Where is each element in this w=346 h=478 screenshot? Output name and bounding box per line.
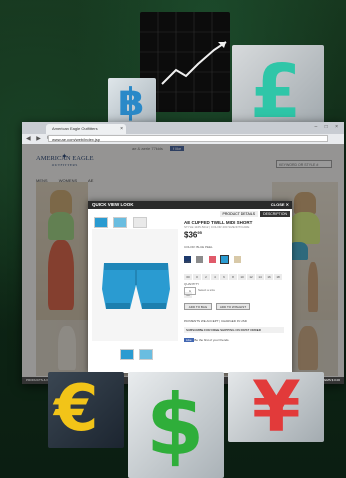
thumbnail[interactable] — [120, 349, 134, 360]
product-main-image[interactable] — [92, 229, 178, 341]
modal-header: QUICK VIEW LOOK CLOSE ✕ — [88, 201, 292, 209]
size-option[interactable]: 18 — [274, 274, 282, 280]
color-swatch[interactable] — [208, 256, 216, 263]
dollar-icon: $ — [146, 376, 205, 474]
euro-icon: € — [54, 372, 99, 446]
subscribe-banner[interactable]: SUBSCRIBE FOR FREE SHIPPING ON FIRST ORD… — [184, 327, 284, 333]
dollar-tile: $ — [128, 372, 224, 478]
euro-tile: € — [48, 372, 124, 448]
tab-product-details[interactable]: PRODUCT DETAILS — [219, 211, 259, 217]
browser-window: American Eagle Outfitters × – □ × ◀ ▶ ↻ … — [22, 122, 344, 384]
thumbnail[interactable] — [94, 217, 108, 228]
price-dollars: $36 — [184, 230, 198, 240]
size-option[interactable]: 10 — [238, 274, 246, 280]
baht-tile: ฿ — [108, 78, 156, 126]
tab-description[interactable]: DESCRIPTION — [260, 211, 290, 217]
thumbnail[interactable] — [132, 217, 147, 228]
color-swatch[interactable] — [196, 256, 204, 263]
yen-tile: ¥ — [228, 372, 324, 442]
yen-icon: ¥ — [252, 372, 301, 442]
product-style: STYLE 1165-5012 | COLOR 400 SIZE/FIT/CAR… — [184, 225, 250, 229]
size-option[interactable]: 8 — [229, 274, 237, 280]
tab-title: American Eagle Outfitters — [52, 126, 98, 131]
size-option[interactable]: 2 — [202, 274, 210, 280]
product-images — [90, 211, 180, 369]
size-option[interactable]: 4 — [211, 274, 219, 280]
size-option[interactable]: 14 — [256, 274, 264, 280]
color-swatch[interactable] — [233, 256, 241, 263]
size-option[interactable]: 16 — [265, 274, 273, 280]
product-price: $3695 — [184, 230, 202, 240]
detail-tabs: PRODUCT DETAILS DESCRIPTION — [219, 211, 290, 217]
like-button[interactable]: Like — [184, 338, 194, 342]
url-input[interactable]: www.ae.com/web/index.jsp — [48, 135, 328, 142]
modal-title: QUICK VIEW LOOK — [92, 202, 134, 207]
window-controls[interactable]: – □ × — [315, 124, 342, 130]
size-option[interactable]: 00 — [184, 274, 192, 280]
image-thumbnails-bottom — [94, 347, 154, 365]
size-option[interactable]: 0 — [193, 274, 201, 280]
browser-tab[interactable]: American Eagle Outfitters × — [46, 124, 126, 134]
thumbnail[interactable] — [113, 217, 128, 228]
shorts-image — [102, 263, 170, 309]
color-swatch-selected[interactable] — [220, 255, 230, 264]
add-to-wishlist-button[interactable]: ADD TO WISHLIST — [216, 303, 250, 310]
web-page: ae & aerie 77kids f like AMERICAN EAGLE … — [22, 144, 344, 384]
quick-view-modal: QUICK VIEW LOOK CLOSE ✕ PRODUCT DETAILS … — [88, 201, 292, 373]
modal-close-button[interactable]: CLOSE ✕ — [271, 201, 289, 209]
product-details: PRODUCT DETAILS DESCRIPTION AE CUFFED TW… — [182, 211, 290, 369]
size-option[interactable]: 6 — [220, 274, 228, 280]
close-icon[interactable]: × — [120, 124, 123, 134]
quantity-input[interactable]: 1 — [184, 287, 196, 295]
price-cents: 95 — [197, 230, 202, 235]
tab-bar: American Eagle Outfitters × – □ × — [22, 122, 344, 134]
add-to-bag-button[interactable]: ADD TO BAG — [184, 303, 212, 310]
quantity-label: QUANTITY — [184, 282, 200, 286]
payment-info: PAYMENTS WE ACCEPT | CHARGED IN USD — [184, 319, 247, 323]
social-bar: Like Be the first of your friends. — [184, 338, 229, 342]
size-selector: 00 0 2 4 6 8 10 12 14 16 1820 — [184, 265, 286, 301]
social-text: Be the first of your friends. — [194, 338, 230, 342]
thumbnail[interactable] — [139, 349, 154, 360]
color-label: COLOR: BLUE PEEL — [184, 245, 213, 249]
size-label: SIZE — [184, 260, 191, 264]
quantity-note: Select a size — [198, 288, 216, 292]
size-option[interactable]: 12 — [247, 274, 255, 280]
baht-icon: ฿ — [118, 80, 145, 124]
